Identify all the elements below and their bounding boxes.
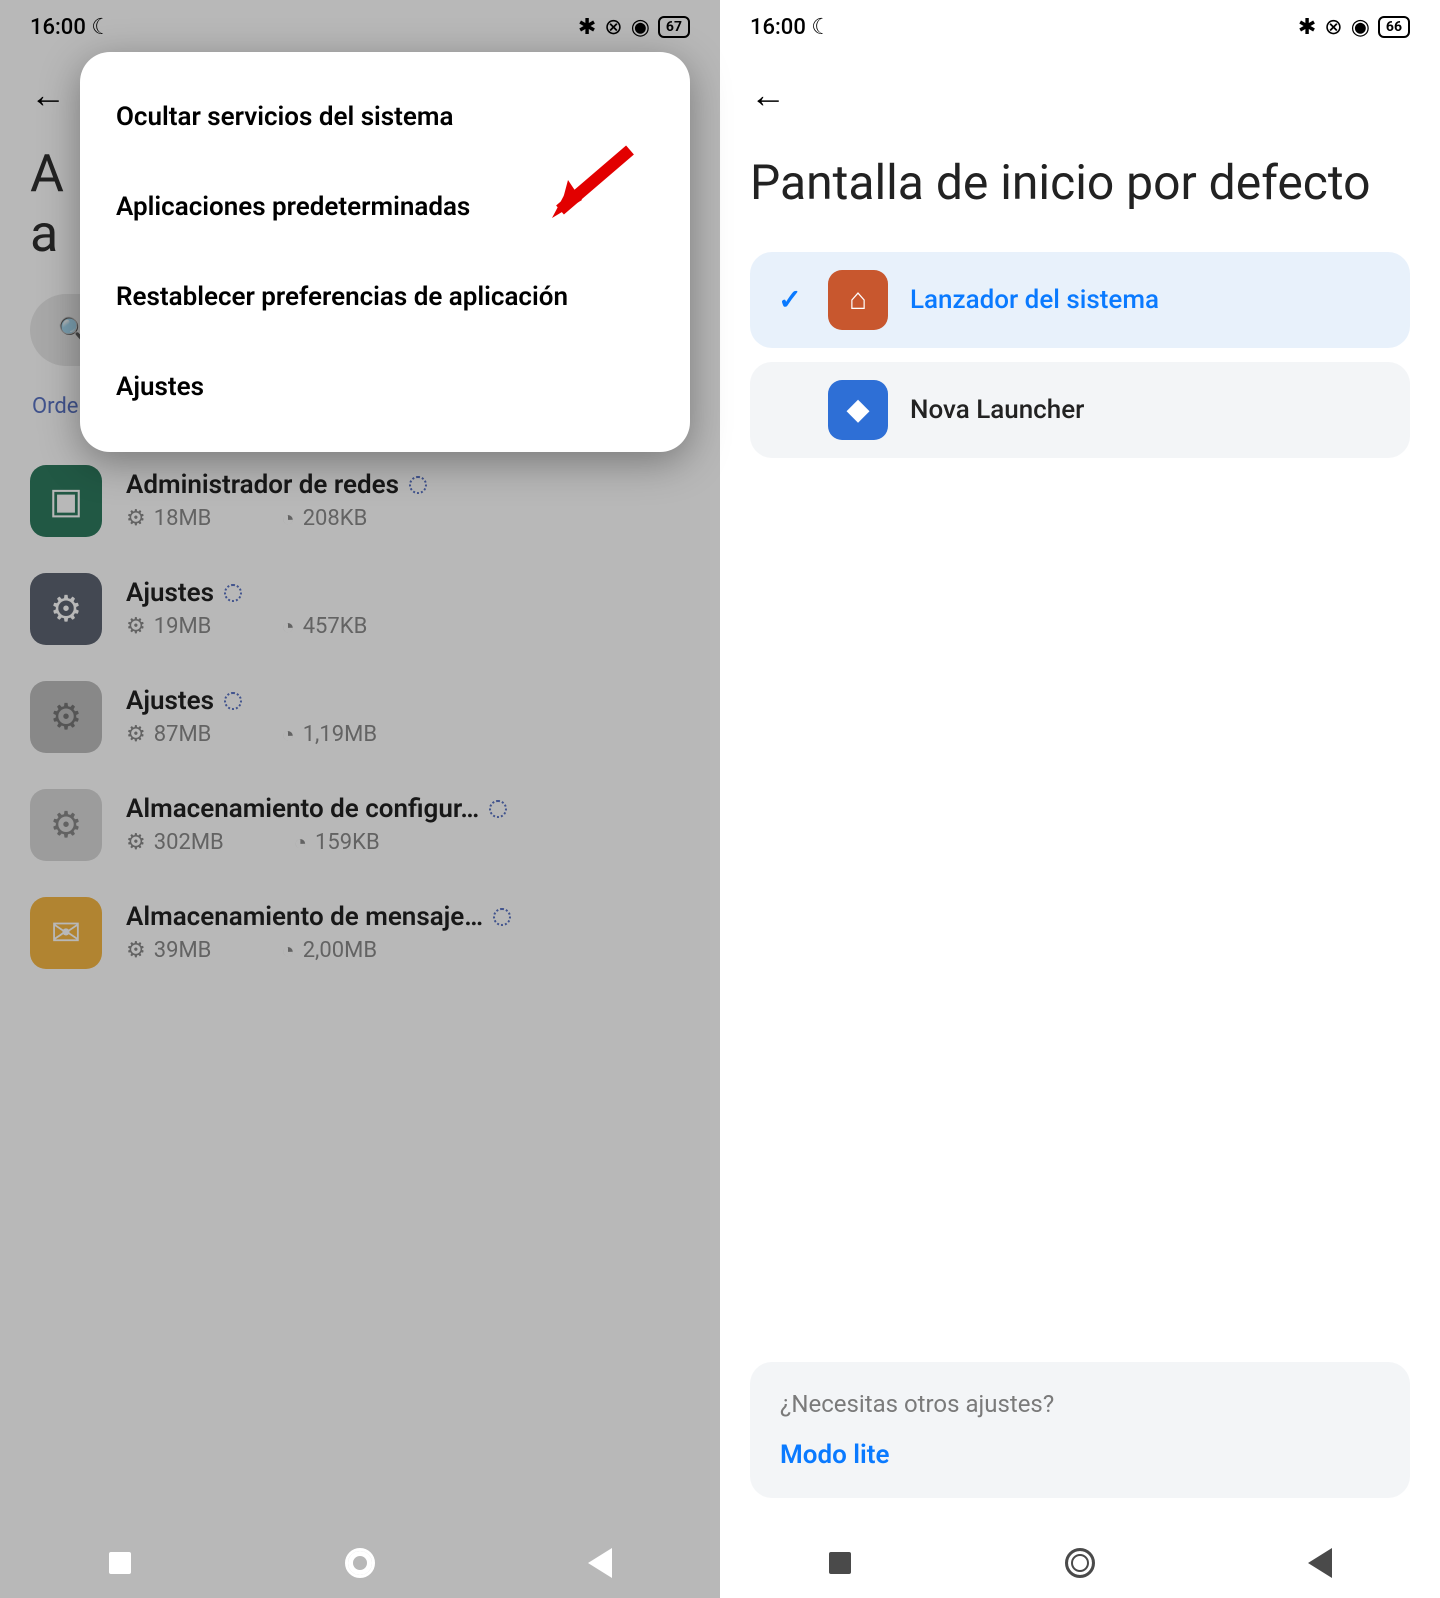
dnd-icon: ⊗	[1324, 15, 1342, 40]
home-icon: ⌂	[828, 270, 888, 330]
nova-icon: ◆	[828, 380, 888, 440]
overflow-menu: Ocultar servicios del sistema Aplicacion…	[80, 52, 690, 452]
footer-question: ¿Necesitas otros ajustes?	[780, 1390, 1380, 1418]
phone-left: 16:00 ☾ ✱ ⊗ ◉ 67 ← Aa 🔍 Buscar entre 384…	[0, 0, 720, 1598]
launcher-option-nova[interactable]: ◆ Nova Launcher	[750, 362, 1410, 458]
page-title: Pantalla de inicio por defecto	[720, 124, 1440, 252]
phone-right: 16:00 ☾ ✱ ⊗ ◉ 66 ← Pantalla de inicio po…	[720, 0, 1440, 1598]
bluetooth-icon: ✱	[1298, 15, 1316, 40]
navigation-bar	[0, 1528, 720, 1598]
menu-item-reset-prefs[interactable]: Restablecer preferencias de aplicación	[80, 252, 690, 342]
nav-back-button[interactable]	[583, 1546, 617, 1580]
back-button[interactable]: ←	[750, 66, 786, 124]
wifi-icon: ◉	[631, 15, 650, 40]
check-icon: ✓	[774, 283, 806, 316]
navigation-bar	[720, 1528, 1440, 1598]
nav-recent-button[interactable]	[823, 1546, 857, 1580]
nav-back-button[interactable]	[1303, 1546, 1337, 1580]
dnd-icon: ⊗	[604, 15, 622, 40]
bluetooth-icon: ✱	[578, 15, 596, 40]
nav-home-button[interactable]	[1063, 1546, 1097, 1580]
moon-icon: ☾	[811, 15, 831, 40]
clock: 16:00	[30, 15, 86, 40]
nav-recent-button[interactable]	[103, 1546, 137, 1580]
battery-icon: 67	[658, 16, 690, 38]
arrow-annotation-icon	[540, 140, 640, 244]
clock: 16:00	[750, 15, 806, 40]
moon-icon: ☾	[91, 15, 111, 40]
launcher-options: ✓ ⌂ Lanzador del sistema ◆ Nova Launcher	[720, 252, 1440, 458]
footer-card: ¿Necesitas otros ajustes? Modo lite	[750, 1362, 1410, 1498]
battery-icon: 66	[1378, 16, 1410, 38]
nav-home-button[interactable]	[343, 1546, 377, 1580]
launcher-option-system[interactable]: ✓ ⌂ Lanzador del sistema	[750, 252, 1410, 348]
status-bar: 16:00 ☾ ✱ ⊗ ◉ 66	[720, 0, 1440, 54]
lite-mode-link[interactable]: Modo lite	[780, 1440, 1380, 1470]
back-button[interactable]: ←	[30, 66, 66, 124]
status-bar: 16:00 ☾ ✱ ⊗ ◉ 67	[0, 0, 720, 54]
wifi-icon: ◉	[1351, 15, 1370, 40]
header: ←	[720, 54, 1440, 124]
menu-item-settings[interactable]: Ajustes	[80, 342, 690, 432]
